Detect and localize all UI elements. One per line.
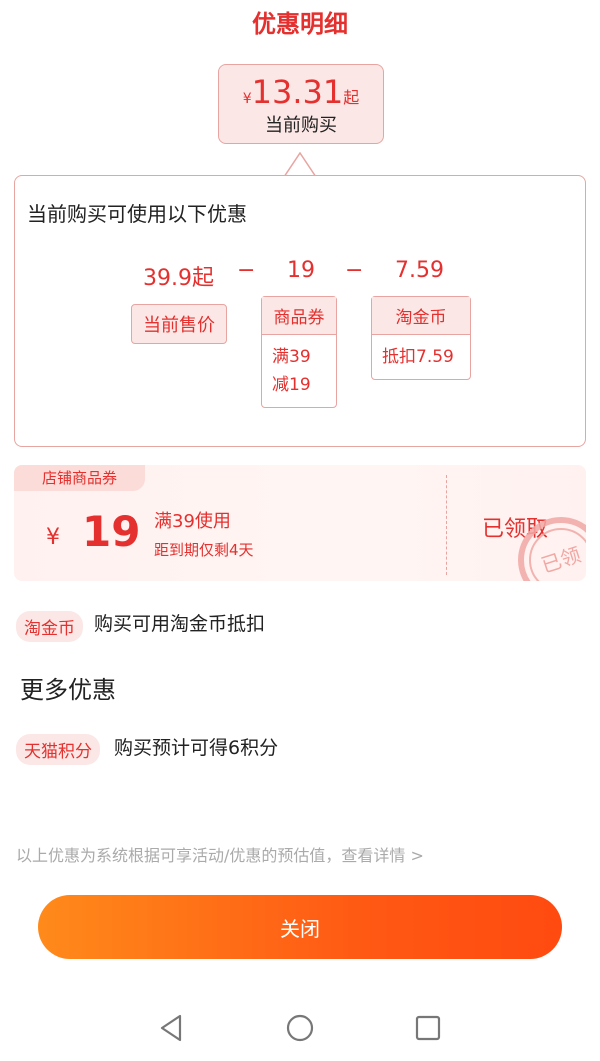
store-coupon-card[interactable]: 店铺商品券 ¥ 19 满39使用 距到期仅剩4天 已领取 已领 [14, 465, 586, 581]
taojinbi-badge: 淘金币 [16, 611, 83, 642]
coupon-condition: 满39 [272, 347, 311, 367]
claimed-stamp-icon: 已领 [516, 515, 586, 581]
minus-operator: − [345, 258, 364, 283]
discount-breakdown: 当前购买可使用以下优惠 39.9起 − 19 − 7.59 当前售价 商品券 满… [14, 175, 586, 447]
price-value: 13.31 [251, 73, 344, 111]
breakdown-title: 当前购买可使用以下优惠 [27, 202, 247, 226]
coupon-divider [446, 475, 447, 575]
taojinbi-description: 购买可用淘金币抵扣 [94, 613, 266, 635]
sale-price-tag: 当前售价 [131, 304, 227, 344]
coupon-condition: 满39使用 [154, 511, 231, 532]
minus-operator: − [237, 258, 256, 283]
back-icon[interactable] [156, 1012, 188, 1048]
breakdown-sale-price: 39.9起 [143, 266, 214, 291]
coupon-type-tag: 店铺商品券 [14, 465, 146, 491]
current-price-summary: ¥13.31起 当前购买 [218, 64, 384, 144]
coupon-tag-detail: 满39 减19 [262, 335, 336, 407]
coupon-amount: 19 [82, 507, 141, 556]
price-suffix: 起 [343, 88, 360, 107]
recents-icon[interactable] [412, 1012, 444, 1048]
more-discounts-title: 更多优惠 [20, 676, 116, 704]
system-navbar [0, 1000, 600, 1061]
taojinbi-tag-title: 淘金币 [372, 297, 470, 335]
coupon-tag-title: 商品券 [262, 297, 336, 335]
tmall-points-description: 购买预计可得6积分 [114, 737, 279, 759]
stamp-text: 已领 [538, 542, 583, 577]
coupon-expiry: 距到期仅剩4天 [154, 541, 254, 559]
taojinbi-tag: 淘金币 抵扣7.59 [371, 296, 471, 380]
breakdown-coupon-value: 19 [287, 258, 315, 283]
currency-symbol: ¥ [242, 91, 252, 107]
taojinbi-deduction: 抵扣7.59 [382, 347, 454, 367]
taojinbi-tag-detail: 抵扣7.59 [372, 335, 470, 379]
home-icon[interactable] [284, 1012, 316, 1048]
page-title: 优惠明细 [252, 10, 348, 38]
close-button[interactable]: 关闭 [38, 895, 562, 959]
breakdown-taojinbi-value: 7.59 [395, 258, 444, 283]
coupon-reduction: 减19 [272, 375, 311, 395]
coupon-tag: 商品券 满39 减19 [261, 296, 337, 408]
coupon-currency: ¥ [46, 525, 60, 550]
tmall-points-badge: 天猫积分 [16, 734, 100, 765]
current-price: ¥13.31起 [219, 73, 383, 111]
details-link[interactable]: 以上优惠为系统根据可享活动/优惠的预估值，查看详情 > [16, 842, 424, 866]
current-price-label: 当前购买 [265, 115, 337, 136]
